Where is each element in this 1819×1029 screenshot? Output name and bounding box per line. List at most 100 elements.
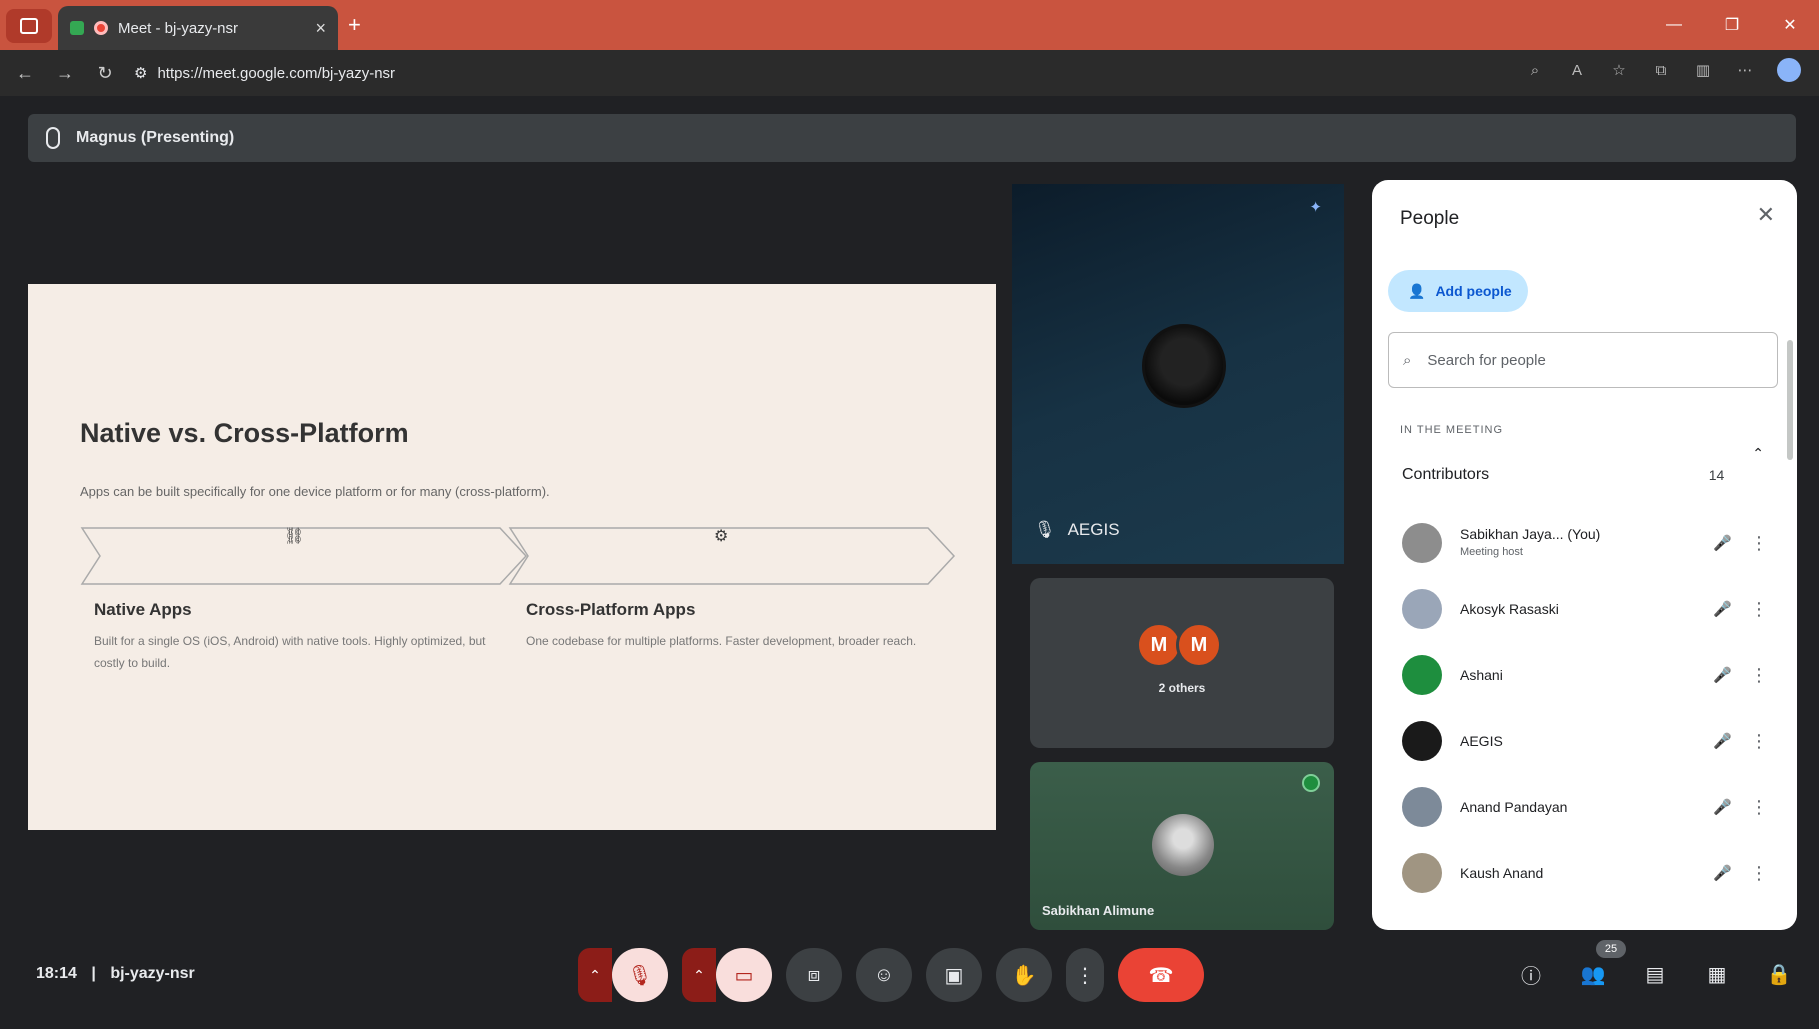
list-item[interactable]: Ashani 🎤 ⋮ bbox=[1388, 642, 1778, 708]
address-bar[interactable]: ⚙ https://meet.google.com/bj-yazy-nsr bbox=[134, 58, 494, 88]
camera-toggle-button[interactable]: ▭ bbox=[716, 948, 772, 1002]
mic-off-icon: 🎤 bbox=[1713, 733, 1732, 750]
native-title: Native Apps bbox=[94, 600, 192, 619]
captions-button[interactable]: ⧈ bbox=[786, 948, 842, 1002]
native-apps-icon: ⛓ bbox=[284, 528, 305, 545]
close-window-button[interactable]: ✕ bbox=[1761, 0, 1819, 50]
speaking-indicator-icon bbox=[1302, 774, 1320, 792]
participant-name: Kaush Anand bbox=[1460, 865, 1544, 881]
host-controls-icon[interactable]: 🔒 bbox=[1763, 958, 1795, 990]
meeting-time: 18:14 bbox=[36, 965, 77, 982]
new-tab-button[interactable]: + bbox=[348, 12, 361, 38]
end-call-icon: ☎ bbox=[1148, 964, 1174, 987]
info-icon[interactable]: ⓘ bbox=[1515, 958, 1547, 990]
avatar bbox=[1402, 523, 1442, 563]
mic-off-icon: 🎤 bbox=[1713, 535, 1732, 552]
toolbar-actions: ⌕ A ☆ ⧉ ▥ ⋯ bbox=[1525, 58, 1801, 82]
mic-off-icon: 🎤 bbox=[1713, 601, 1732, 618]
participant-name: AEGIS bbox=[1460, 733, 1503, 749]
mic-off-icon: 🎙 bbox=[627, 964, 653, 987]
leave-call-button[interactable]: ☎ bbox=[1118, 948, 1204, 1002]
extensions-icon[interactable]: ⧉ bbox=[1651, 60, 1671, 80]
reload-icon[interactable]: ↻ bbox=[94, 63, 116, 84]
list-item[interactable]: Anand Pandayan 🎤 ⋮ bbox=[1388, 774, 1778, 840]
emoji-icon: ☺ bbox=[873, 963, 895, 986]
more-options-icon[interactable]: ⋮ bbox=[1750, 599, 1768, 620]
more-options-icon[interactable]: ⋮ bbox=[1750, 665, 1768, 686]
captions-icon: ⧈ bbox=[807, 963, 821, 986]
group-count: 14 bbox=[1708, 467, 1725, 483]
more-options-icon[interactable]: ⋮ bbox=[1750, 797, 1768, 818]
mic-icon bbox=[46, 127, 60, 149]
group-label: Contributors bbox=[1402, 466, 1490, 483]
participant-name: Sabikhan Jaya... (You) Meeting host bbox=[1460, 526, 1601, 558]
search-people-input[interactable]: ⌕ Search for people bbox=[1388, 332, 1778, 388]
mic-options-chevron-icon[interactable]: ⌃ bbox=[578, 948, 612, 1002]
favorite-icon[interactable]: ☆ bbox=[1609, 60, 1629, 80]
tab-close-icon[interactable]: × bbox=[315, 18, 326, 39]
maximize-button[interactable]: ❐ bbox=[1703, 0, 1761, 50]
tab-title: Meet - bj-yazy-nsr bbox=[118, 19, 239, 37]
close-icon[interactable]: ✕ bbox=[1757, 202, 1775, 228]
camera-options-chevron-icon[interactable]: ⌃ bbox=[682, 948, 716, 1002]
recording-icon bbox=[94, 21, 108, 35]
search-placeholder: Search for people bbox=[1427, 351, 1546, 369]
site-info-icon[interactable]: ⚙ bbox=[134, 64, 147, 82]
avatar bbox=[1152, 814, 1214, 876]
meet-window: Meet - bj-yazy-nsr × + — ❐ ✕ ← → ↻ ⚙ htt… bbox=[0, 0, 1819, 1029]
present-button[interactable]: ▣ bbox=[926, 948, 982, 1002]
participant-tile-aegis[interactable]: ✦ 🎙 AEGIS bbox=[1012, 184, 1344, 564]
cross-desc: One codebase for multiple platforms. Fas… bbox=[526, 634, 917, 648]
chevron-up-icon: ⌃ bbox=[1752, 445, 1764, 461]
avatar bbox=[1142, 324, 1226, 408]
url-text: https://meet.google.com/bj-yazy-nsr bbox=[157, 64, 396, 82]
avatar bbox=[1402, 721, 1442, 761]
meeting-code: bj-yazy-nsr bbox=[110, 965, 195, 982]
collections-icon[interactable]: ⋯ bbox=[1735, 60, 1755, 80]
pin-icon[interactable]: ✦ bbox=[1309, 198, 1322, 216]
cross-title: Cross-Platform Apps bbox=[526, 600, 696, 619]
tab-strip: Meet - bj-yazy-nsr × + — ❐ ✕ bbox=[0, 0, 1819, 50]
participant-name: Ashani bbox=[1460, 667, 1503, 683]
mic-toggle-button[interactable]: 🎙 bbox=[612, 948, 668, 1002]
add-people-label: Add people bbox=[1435, 283, 1512, 299]
read-aloud-icon[interactable]: A bbox=[1567, 60, 1587, 80]
others-tile[interactable]: M M 2 others bbox=[1030, 578, 1334, 748]
more-options-button[interactable]: ⋮ bbox=[1066, 948, 1104, 1002]
side-controls: ⓘ 👥 ▤ ▦ 🔒 bbox=[1515, 958, 1795, 990]
add-people-button[interactable]: 👤 Add people bbox=[1388, 270, 1528, 312]
others-label: 2 others bbox=[1158, 681, 1206, 695]
slide-subtitle: Apps can be built specifically for one d… bbox=[80, 484, 550, 499]
list-item[interactable]: AEGIS 🎤 ⋮ bbox=[1388, 708, 1778, 774]
workspaces-button[interactable] bbox=[6, 9, 52, 43]
raise-hand-button[interactable]: ✋ bbox=[996, 948, 1052, 1002]
more-options-icon[interactable]: ⋮ bbox=[1750, 731, 1768, 752]
avatar: M bbox=[1176, 622, 1222, 668]
self-tile[interactable]: Sabikhan Alimune bbox=[1030, 762, 1334, 930]
list-item[interactable]: Kaush Anand 🎤 ⋮ bbox=[1388, 840, 1778, 906]
minimize-button[interactable]: — bbox=[1645, 0, 1703, 50]
present-icon: ▣ bbox=[944, 964, 964, 987]
emoji-button[interactable]: ☺ bbox=[856, 948, 912, 1002]
profile-avatar[interactable] bbox=[1777, 58, 1801, 82]
tile-name-text: AEGIS bbox=[1067, 520, 1120, 539]
more-options-icon[interactable]: ⋮ bbox=[1750, 533, 1768, 554]
hand-icon: ✋ bbox=[1011, 964, 1037, 987]
activities-icon[interactable]: ▦ bbox=[1701, 958, 1733, 990]
more-options-icon[interactable]: ⋮ bbox=[1750, 863, 1768, 884]
list-item[interactable]: Sabikhan Jaya... (You) Meeting host 🎤 ⋮ bbox=[1388, 510, 1778, 576]
forward-icon[interactable]: → bbox=[54, 63, 76, 84]
contributors-group[interactable]: Contributors 14 ⌃ bbox=[1388, 445, 1778, 500]
tab-meet[interactable]: Meet - bj-yazy-nsr × bbox=[58, 6, 338, 50]
more-vert-icon: ⋮ bbox=[1075, 964, 1095, 987]
workspaces-icon bbox=[20, 18, 38, 34]
back-icon[interactable]: ← bbox=[14, 63, 36, 84]
split-icon[interactable]: ▥ bbox=[1693, 60, 1713, 80]
chat-icon[interactable]: ▤ bbox=[1639, 958, 1671, 990]
people-icon[interactable]: 👥 bbox=[1577, 958, 1609, 990]
list-item[interactable]: Akosyk Rasaski 🎤 ⋮ bbox=[1388, 576, 1778, 642]
mic-off-icon: 🎤 bbox=[1713, 667, 1732, 684]
presenting-bar: Magnus (Presenting) bbox=[28, 114, 1796, 162]
zoom-icon[interactable]: ⌕ bbox=[1525, 60, 1545, 80]
panel-scrollbar[interactable] bbox=[1787, 340, 1793, 460]
